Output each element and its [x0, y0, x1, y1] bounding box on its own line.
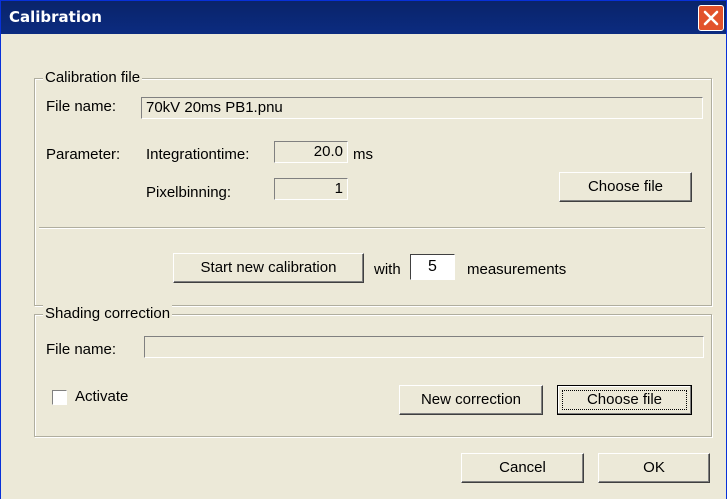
shading-choose-file-button[interactable]: Choose file [557, 385, 692, 415]
focus-rectangle [562, 390, 687, 410]
dialog-body: Calibration file File name: 70kV 20ms PB… [1, 34, 726, 499]
integrationtime-label: Integrationtime: [146, 146, 250, 163]
activate-checkbox[interactable] [52, 390, 67, 405]
pixelbinning-label: Pixelbinning: [146, 184, 232, 201]
calibration-choose-file-button[interactable]: Choose file [559, 172, 692, 202]
calibration-separator [39, 227, 705, 229]
integrationtime-field: 20.0 [274, 141, 348, 163]
cancel-button[interactable]: Cancel [461, 453, 584, 483]
shading-file-name-label: File name: [46, 341, 117, 358]
window-title: Calibration [9, 8, 102, 26]
start-new-calibration-button[interactable]: Start new calibration [173, 253, 364, 283]
integrationtime-unit: ms [353, 146, 373, 163]
file-name-label: File name: [46, 98, 117, 115]
calibration-file-name-field: 70kV 20ms PB1.pnu [141, 97, 703, 119]
close-button[interactable] [698, 5, 724, 31]
shading-correction-legend: Shading correction [43, 305, 173, 322]
pixelbinning-field: 1 [274, 178, 348, 200]
measurements-count-input[interactable]: 5 [410, 254, 455, 280]
new-correction-button[interactable]: New correction [399, 385, 543, 415]
ok-button[interactable]: OK [598, 453, 710, 483]
activate-label[interactable]: Activate [75, 388, 128, 405]
calibration-dialog: Calibration Calibration file File name: … [0, 0, 727, 499]
title-bar[interactable]: Calibration [1, 1, 726, 34]
close-icon [703, 10, 719, 26]
with-label: with [374, 261, 401, 278]
shading-correction-group: Shading correction [34, 305, 712, 437]
measurements-label: measurements [467, 261, 567, 278]
calibration-file-legend: Calibration file [43, 69, 143, 86]
shading-file-name-field [144, 336, 704, 358]
parameter-label: Parameter: [46, 146, 121, 163]
